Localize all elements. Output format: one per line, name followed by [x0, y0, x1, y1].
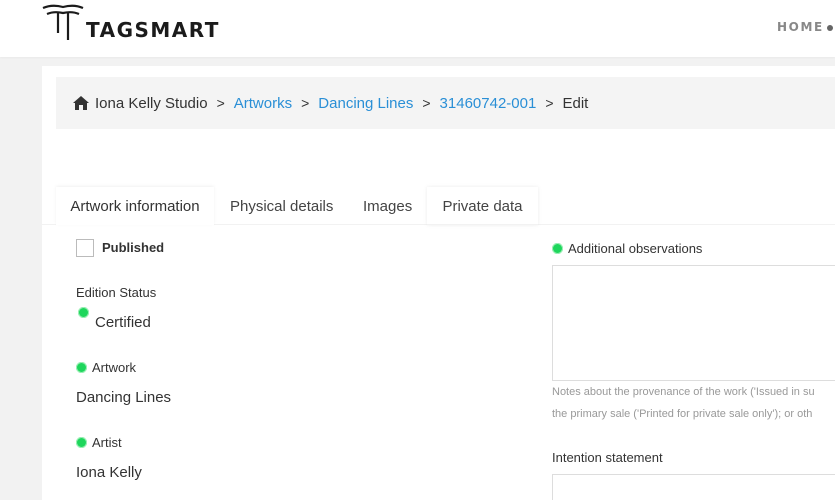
brand-name: TAGSMART: [86, 18, 220, 42]
artist-label-text: Artist: [92, 435, 122, 450]
artwork-value: Dancing Lines: [76, 389, 172, 406]
tab-artwork-information[interactable]: Artwork information: [56, 187, 214, 225]
nav-dot: [827, 25, 833, 31]
edition-status-value: Certified: [95, 314, 151, 331]
tab-private-data[interactable]: Private data: [427, 187, 538, 225]
additional-observations-help-1: Notes about the provenance of the work (…: [552, 386, 815, 398]
additional-observations-textarea[interactable]: [552, 265, 835, 381]
breadcrumb-separator: >: [422, 95, 431, 111]
intention-statement-label: Intention statement: [552, 450, 663, 465]
breadcrumb-artworks-link[interactable]: Artworks: [234, 95, 292, 112]
breadcrumb-separator: >: [301, 95, 310, 111]
additional-observations-help-2: the primary sale ('Printed for private s…: [552, 408, 813, 420]
edition-status-label: Edition Status: [76, 285, 157, 300]
breadcrumb-artwork-link[interactable]: Dancing Lines: [318, 95, 413, 112]
breadcrumb-studio-label: Iona Kelly Studio: [95, 94, 208, 112]
logo-mark-icon: [42, 4, 84, 40]
breadcrumb-id-link[interactable]: 31460742-001: [440, 95, 537, 112]
tab-physical-details[interactable]: Physical details: [230, 187, 333, 225]
breadcrumb: Iona Kelly Studio > Artworks > Dancing L…: [56, 77, 835, 129]
required-icon: [76, 362, 87, 373]
logo[interactable]: TAGSMART: [42, 3, 220, 43]
required-icon: [76, 437, 87, 448]
artist-label: Artist: [76, 435, 122, 450]
published-label: Published: [102, 240, 165, 255]
artwork-label-text: Artwork: [92, 360, 137, 375]
artist-value: Iona Kelly: [76, 464, 142, 481]
nav-home-link[interactable]: HOME: [777, 20, 824, 34]
breadcrumb-separator: >: [216, 95, 225, 111]
artwork-label: Artwork: [76, 360, 136, 375]
required-icon: [78, 307, 89, 318]
top-bar: TAGSMART HOME: [0, 0, 835, 57]
intention-statement-input[interactable]: [552, 474, 835, 500]
additional-observations-label-text: Additional observations: [568, 241, 703, 256]
tab-images[interactable]: Images: [363, 187, 412, 225]
published-checkbox[interactable]: [76, 239, 94, 257]
home-icon: [73, 96, 89, 110]
breadcrumb-separator: >: [545, 95, 554, 111]
additional-observations-label: Additional observations: [552, 241, 702, 256]
breadcrumb-studio: Iona Kelly Studio: [72, 95, 208, 112]
required-icon: [552, 243, 563, 254]
breadcrumb-current: Edit: [562, 94, 589, 112]
